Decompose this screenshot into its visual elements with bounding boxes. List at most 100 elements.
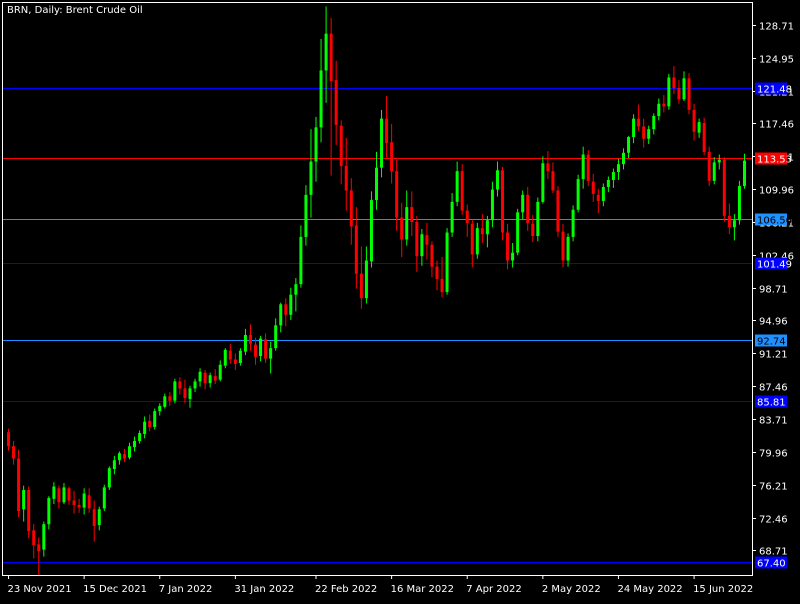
candle-body [742, 160, 746, 187]
y-tick-label: 68.71 [759, 547, 788, 558]
candle-body [314, 127, 318, 162]
candle-body [334, 80, 338, 125]
candle-body [632, 118, 636, 138]
candle-body [52, 486, 56, 499]
candle [173, 378, 177, 404]
candle-body [122, 454, 126, 459]
candle-body [702, 123, 706, 152]
candle-body [254, 344, 258, 357]
candle-body [541, 163, 545, 202]
candle-body [485, 220, 489, 235]
candle [586, 150, 590, 187]
candle-body [601, 186, 605, 201]
candle [238, 348, 242, 366]
candle-body [375, 167, 378, 201]
chart-svg: 128.71124.95121.21117.46113.71109.96106.… [0, 0, 800, 600]
candle [102, 484, 106, 512]
candle-body [506, 232, 510, 261]
candle-body [364, 260, 368, 299]
candle-body [490, 189, 494, 221]
candle-body [77, 504, 81, 508]
candle [541, 156, 545, 204]
x-tick-label: 16 Mar 2022 [391, 584, 454, 595]
candle-body [143, 421, 147, 434]
candle-body [511, 252, 515, 261]
candle-body [37, 544, 41, 552]
chart-title: BRN, Daily: Brent Crude Oil [7, 5, 143, 16]
candle-body [158, 405, 162, 412]
candle-body [97, 509, 101, 526]
candle-body [707, 151, 711, 181]
candle-body [657, 103, 661, 116]
candle-body [117, 453, 121, 461]
candle-body [717, 159, 721, 163]
candle-body [737, 186, 741, 221]
candle-body [344, 165, 348, 191]
candle-body [581, 154, 585, 180]
candle-body [12, 446, 16, 459]
candle-body [233, 359, 237, 364]
level-price-label: 106.56 [757, 216, 792, 227]
candle [369, 191, 373, 268]
candle-body [309, 161, 313, 195]
candle [576, 174, 580, 213]
candle-body [662, 103, 666, 107]
level-price-label: 101.49 [757, 260, 792, 271]
candle-body [591, 181, 595, 194]
candle-body [62, 487, 66, 503]
level-price-label: 92.74 [757, 337, 786, 348]
candle-body [178, 381, 182, 389]
candle [27, 486, 31, 539]
y-tick-label: 91.21 [759, 350, 788, 361]
candle-body [238, 350, 242, 364]
chart: 128.71124.95121.21117.46113.71109.96106.… [0, 0, 800, 600]
candle-body [248, 334, 252, 344]
candle-body [561, 231, 565, 261]
y-tick-label: 109.96 [759, 186, 794, 197]
candle-body [173, 381, 177, 401]
candle-body [415, 221, 419, 257]
candle [571, 205, 575, 242]
candle-body [259, 338, 263, 357]
x-tick-label: 22 Feb 2022 [315, 584, 377, 595]
y-tick-label: 128.71 [759, 22, 794, 33]
candle-body [319, 70, 323, 128]
y-tick-label: 94.96 [759, 317, 788, 328]
candle-body [611, 172, 615, 180]
candle-body [163, 396, 167, 407]
candle-body [410, 207, 414, 222]
level-price-label: 85.81 [757, 398, 786, 409]
candle-body [400, 217, 404, 240]
candle-body [22, 490, 26, 510]
candle-body [435, 266, 439, 279]
candle-body [647, 129, 651, 139]
level-price-label: 67.40 [757, 559, 786, 570]
candle-body [425, 235, 429, 245]
candle-body [7, 432, 11, 447]
candle-body [223, 349, 227, 366]
candle-body [536, 201, 540, 237]
candle-body [369, 200, 373, 262]
candle [516, 208, 520, 256]
candle-body [606, 179, 610, 187]
candle-body [329, 33, 333, 81]
candle-body [465, 210, 469, 223]
candle-body [395, 171, 399, 218]
candle [223, 348, 227, 369]
candle-body [128, 446, 131, 458]
candle-body [440, 278, 444, 293]
x-tick-label: 2 May 2022 [542, 584, 601, 595]
candle-body [380, 118, 384, 168]
candle-body [47, 497, 51, 525]
x-tick-label: 31 Jan 2022 [234, 584, 294, 595]
candle-body [107, 468, 111, 488]
candle-body [299, 236, 303, 285]
candle-body [622, 152, 625, 165]
candle-body [188, 388, 192, 399]
candle [707, 146, 711, 187]
candle-body [475, 228, 479, 255]
candle-body [284, 304, 288, 315]
x-tick-label: 15 Jun 2022 [693, 584, 753, 595]
candle-body [82, 493, 86, 508]
candle-body [17, 458, 21, 512]
